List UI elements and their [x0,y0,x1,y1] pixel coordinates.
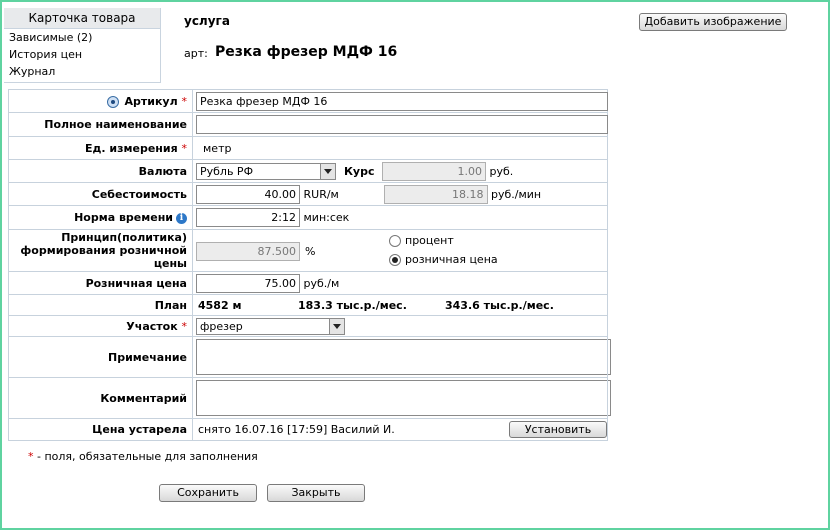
unit-label: Ед. измерения [84,141,178,155]
policy-percent-input [196,241,300,261]
cost-per-minute-unit: руб./мин [491,187,542,201]
currency-select-value: Рубль РФ [200,165,254,178]
cost-label: Себестоимость [8,182,193,206]
required-note: * - поля, обязательные для заполнения [28,450,258,463]
close-button[interactable]: Закрыть [267,484,365,502]
radio-retail[interactable] [389,253,401,266]
required-note-text: - поля, обязательные для заполнения [37,450,258,463]
time-norm-unit: мин:сек [303,211,350,224]
cost-per-minute-input [383,184,488,204]
rate-label: Курс [343,164,375,178]
radio-option-retail[interactable]: розничная цена [389,253,498,266]
time-norm-label: Норма времени [74,211,173,224]
sidebar: Карточка товара Зависимые (2) История це… [4,8,161,83]
rate-unit: руб. [489,164,514,178]
required-asterisk: * [28,450,34,463]
full-name-input[interactable] [196,115,608,134]
time-norm-label-cell: Норма времени i [8,205,193,230]
cost-input[interactable] [196,184,300,204]
sidebar-title: Карточка товара [4,8,160,29]
article-input[interactable] [196,91,608,111]
currency-label: Валюта [8,159,193,183]
add-image-button[interactable]: Добавить изображение [639,13,787,31]
section-label-cell: Участок * [8,315,193,337]
plan-label: План [8,294,193,316]
plan-revenue: 343.6 тыс.р./мес. [445,298,554,312]
sidebar-item-price-history[interactable]: История цен [4,46,160,63]
sidebar-item-journal[interactable]: Журнал [4,63,160,80]
radio-retail-label: розничная цена [405,252,498,266]
retail-label: Розничная цена [8,271,193,295]
time-norm-input[interactable] [196,208,300,227]
target-icon[interactable] [107,95,120,108]
article-label-cell: Артикул * [8,89,193,113]
required-asterisk: * [181,319,188,333]
section-label: Участок [126,319,178,333]
save-button[interactable]: Сохранить [159,484,257,502]
chevron-down-icon [320,164,335,179]
retail-input[interactable] [196,273,300,293]
section-select[interactable]: фрезер [196,317,345,335]
note-textarea[interactable] [196,339,611,375]
currency-select[interactable]: Рубль РФ [196,163,336,180]
retail-unit: руб./м [303,276,340,290]
art-title: Резка фрезер МДФ 16 [215,44,398,60]
comment-label: Комментарий [8,377,193,419]
required-asterisk: * [181,94,188,108]
art-label: арт: [184,47,208,60]
section-select-value: фрезер [200,319,243,333]
note-label: Примечание [8,336,193,378]
required-asterisk: * [181,141,188,155]
plan-cost: 183.3 тыс.р./мес. [298,298,407,312]
radio-percent[interactable] [389,234,401,247]
comment-textarea[interactable] [196,380,611,416]
cost-unit: RUR/м [303,187,339,201]
item-type: услуга [184,14,230,28]
plan-quantity: 4582 м [198,298,242,312]
radio-percent-label: процент [405,233,454,247]
product-form: Артикул * Полное наименование Ед. измере… [8,89,611,441]
set-button[interactable]: Установить [509,421,607,438]
sidebar-item-dependents[interactable]: Зависимые (2) [4,29,160,46]
info-icon[interactable]: i [176,212,187,224]
outdated-value: снято 16.07.16 [17:59] Василий И. [198,423,395,436]
outdated-label: Цена устарела [8,418,193,441]
rate-input [382,161,486,181]
chevron-down-icon [329,318,344,334]
unit-value: метр [203,141,232,155]
unit-label-cell: Ед. измерения * [8,136,193,160]
article-label: Артикул [124,94,178,108]
radio-option-percent[interactable]: процент [389,234,454,247]
policy-percent-unit: % [305,244,316,258]
full-name-label: Полное наименование [8,112,193,137]
policy-label: Принцип(политика) формирования розничной… [8,229,193,272]
